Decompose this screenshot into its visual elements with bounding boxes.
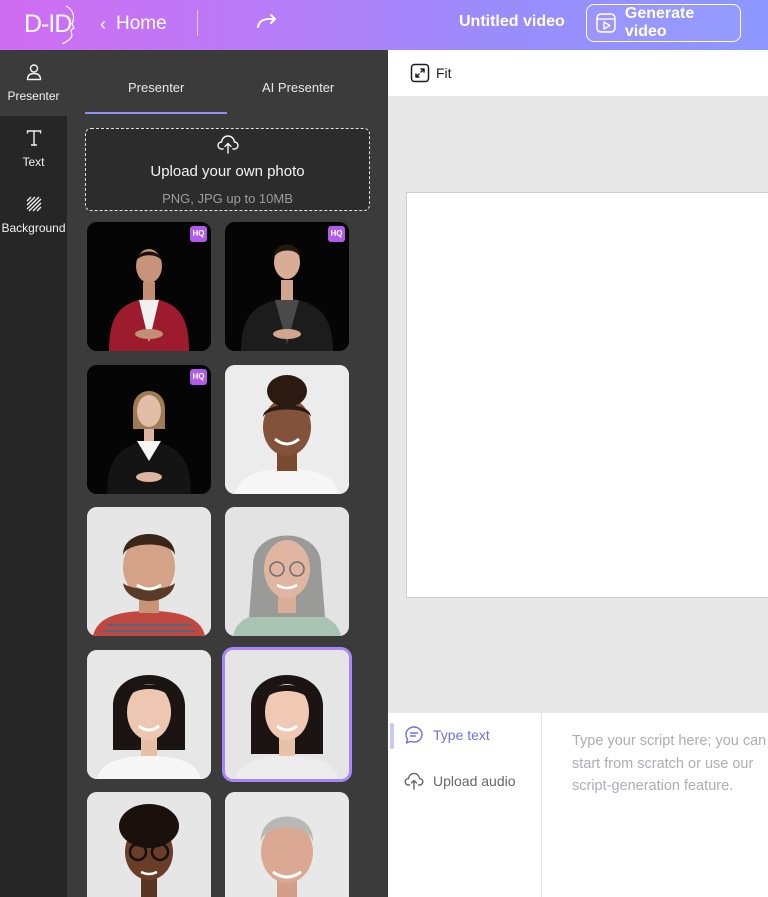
presenter-grey-haired-man	[225, 792, 349, 897]
presenter-card[interactable]: HQ	[87, 365, 211, 494]
redo-icon[interactable]	[255, 12, 279, 34]
presenter-card[interactable]: HQ	[225, 222, 349, 351]
script-input[interactable]: Type your script here; you can start fro…	[572, 730, 768, 798]
cloud-upload-icon	[404, 772, 424, 790]
canvas-toolbar: Fit	[388, 50, 768, 96]
home-label: Home	[116, 13, 167, 34]
fit-label: Fit	[436, 65, 452, 81]
presenter-asian-woman-selected	[225, 650, 349, 779]
script-placeholder-line: start from scratch or use our	[572, 755, 754, 772]
generate-video-button[interactable]: Generate video	[586, 4, 741, 42]
type-text-option[interactable]: Type text	[404, 725, 490, 745]
rail-label-background: Background	[1, 221, 66, 235]
presenter-woman-curly-bun	[225, 365, 349, 494]
presenter-card-selected[interactable]	[223, 648, 351, 781]
rail-item-presenter[interactable]: Presenter	[0, 50, 67, 116]
presenter-grey-haired-woman	[225, 507, 349, 636]
chat-bubble-icon	[405, 726, 423, 744]
presenter-card[interactable]	[87, 650, 211, 779]
hq-badge: HQ	[190, 369, 207, 385]
presenter-panel: Presenter AI Presenter Upload your own p…	[67, 50, 388, 897]
d-id-logo[interactable]: D-ID	[22, 4, 78, 44]
script-mode-sidebar: Type text Upload audio	[388, 713, 542, 897]
generate-video-label: Generate video	[624, 5, 695, 40]
chevron-left-icon: ‹	[100, 13, 106, 34]
text-icon	[26, 130, 41, 146]
home-link[interactable]: ‹ Home	[100, 10, 167, 38]
rail-label-presenter: Presenter	[7, 89, 60, 103]
fit-button[interactable]: Fit	[410, 63, 452, 83]
upload-audio-option[interactable]: Upload audio	[404, 771, 516, 791]
tab-ai-presenter[interactable]: AI Presenter	[262, 80, 334, 95]
video-title[interactable]: Untitled video	[459, 13, 565, 31]
script-placeholder-line: script-generation feature.	[572, 778, 734, 794]
panel-tabs: Presenter AI Presenter	[85, 72, 370, 114]
person-icon	[26, 64, 41, 81]
presenter-card[interactable]	[225, 792, 349, 897]
upload-photo-dropzone[interactable]: Upload your own photo PNG, JPG up to 10M…	[85, 128, 370, 211]
presenter-grid: HQ HQ HQ	[87, 222, 352, 897]
rail-item-background[interactable]: Background	[0, 182, 67, 248]
presenter-card[interactable]: HQ	[87, 222, 211, 351]
script-area: Type text Upload audio Type your script …	[388, 713, 768, 897]
hq-badge: HQ	[328, 226, 345, 242]
video-canvas[interactable]	[406, 192, 768, 598]
tab-presenter[interactable]: Presenter	[128, 80, 184, 95]
upload-title: Upload your own photo	[150, 163, 305, 180]
svg-text:D-ID: D-ID	[24, 10, 71, 38]
rail-item-text[interactable]: Text	[0, 116, 67, 182]
presenter-card[interactable]	[87, 792, 211, 897]
presenter-woman-glasses	[87, 792, 211, 897]
script-placeholder-line: Type your script here; you can	[572, 733, 767, 749]
top-bar: D-ID ‹ Home Untitled video Generate vide…	[0, 0, 768, 50]
hq-badge: HQ	[190, 226, 207, 242]
presenter-bearded-man	[87, 507, 211, 636]
upload-audio-label: Upload audio	[433, 773, 516, 789]
fit-icon	[410, 63, 430, 83]
presenter-card[interactable]	[87, 507, 211, 636]
cloud-upload-icon	[217, 135, 239, 154]
presenter-card[interactable]	[225, 365, 349, 494]
active-mode-indicator	[390, 723, 394, 749]
type-text-label: Type text	[433, 727, 490, 743]
active-tab-indicator	[85, 112, 227, 114]
header-divider	[197, 10, 198, 36]
left-rail: Presenter Text Background	[0, 50, 67, 897]
canvas-area: Fit	[388, 50, 768, 713]
video-play-icon	[596, 13, 616, 33]
presenter-card[interactable]	[225, 507, 349, 636]
presenter-asian-woman-white-top	[87, 650, 211, 779]
rail-label-text: Text	[22, 155, 45, 169]
upload-subtitle: PNG, JPG up to 10MB	[162, 191, 293, 206]
hatch-icon	[26, 196, 41, 212]
